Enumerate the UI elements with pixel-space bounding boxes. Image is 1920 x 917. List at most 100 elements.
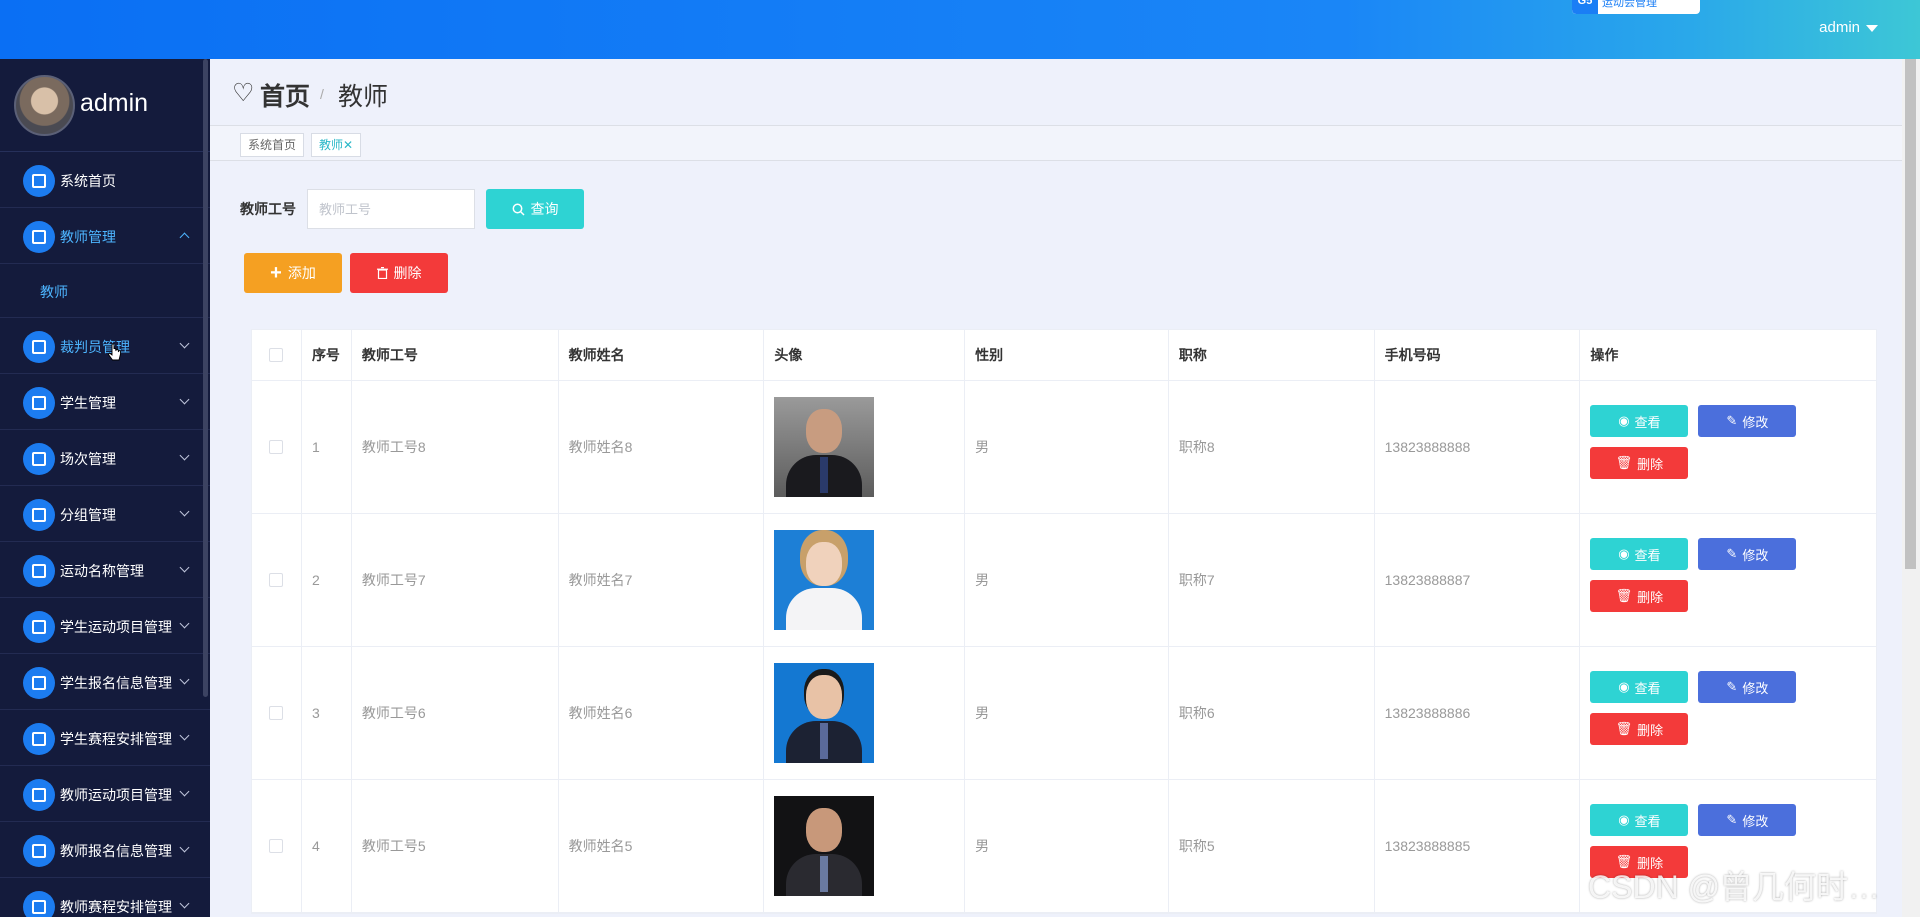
scrollbar-thumb[interactable] [1905, 59, 1916, 569]
batch-delete-button[interactable]: 删除 [350, 253, 448, 293]
eye-icon: ◉ [1618, 812, 1630, 827]
badge-logo-icon: G5 [1572, 0, 1598, 14]
batch-delete-label: 删除 [393, 265, 422, 281]
teacher-gender: 男 [965, 780, 1169, 912]
view-button[interactable]: ◉ 查看 [1590, 804, 1689, 836]
sidebar-item-teacher-sport-events[interactable]: 教师运动项目管理 [0, 766, 210, 822]
sidebar-item-student-management[interactable]: 学生管理 [0, 374, 210, 430]
avatar-cell [764, 514, 966, 646]
top-badge[interactable]: G5 运动会管理 [1572, 0, 1700, 14]
view-label: 查看 [1634, 813, 1661, 829]
teacher-title: 职称5 [1169, 780, 1375, 912]
breadcrumb-home[interactable]: 首页 [260, 77, 310, 113]
search-button[interactable]: 查询 [486, 189, 584, 229]
row-checkbox[interactable] [269, 706, 284, 720]
sidebar-item-session-management[interactable]: 场次管理 [0, 430, 210, 486]
sidebar-item-label: 系统首页 [60, 173, 116, 189]
sidebar-item-group-management[interactable]: 分组管理 [0, 486, 210, 542]
chevron-down-icon [179, 674, 190, 685]
teacher-name: 教师姓名5 [559, 780, 765, 912]
column-header: 操作 [1590, 347, 1619, 363]
tab-label: 教师 [319, 138, 344, 152]
teacher-phone: 13823888888 [1375, 381, 1581, 513]
page-scrollbar[interactable] [1902, 59, 1920, 917]
view-button[interactable]: ◉ 查看 [1590, 671, 1689, 703]
sidebar-item-student-registration[interactable]: 学生报名信息管理 [0, 654, 210, 710]
column-header: 头像 [764, 330, 966, 380]
delete-button[interactable]: 🗑 删除 [1590, 713, 1689, 745]
sidebar-scrollbar[interactable] [203, 59, 208, 697]
teacher-phone: 13823888886 [1375, 647, 1581, 779]
teacher-photo[interactable] [774, 530, 875, 630]
view-label: 查看 [1634, 680, 1661, 696]
search-button-label: 查询 [530, 201, 559, 217]
view-button[interactable]: ◉ 查看 [1590, 538, 1689, 570]
search-input[interactable] [307, 189, 475, 229]
row-checkbox[interactable] [269, 573, 284, 587]
row-checkbox[interactable] [269, 440, 284, 454]
profile-name: admin [80, 89, 149, 117]
delete-button[interactable]: 🗑 删除 [1590, 447, 1689, 479]
teacher-name: 教师姓名7 [559, 514, 765, 646]
edit-label: 修改 [1742, 680, 1769, 696]
sidebar-item-sport-name-management[interactable]: 运动名称管理 [0, 542, 210, 598]
sidebar-item-referee-management[interactable]: 裁判员管理 [0, 318, 210, 374]
row-select-cell [252, 381, 302, 513]
sidebar-item-teacher-schedule[interactable]: 教师赛程安排管理 [0, 878, 210, 917]
sidebar-item-student-schedule[interactable]: 学生赛程安排管理 [0, 710, 210, 766]
column-header: 职称 [1169, 330, 1375, 380]
column-header: 序号 [302, 330, 352, 380]
teacher-photo[interactable] [774, 397, 875, 497]
edit-label: 修改 [1742, 547, 1769, 563]
view-button[interactable]: ◉ 查看 [1590, 405, 1689, 437]
chevron-up-icon [179, 232, 190, 243]
row-checkbox[interactable] [269, 839, 284, 853]
tab-home[interactable]: 系统首页 [240, 133, 305, 157]
book-icon [23, 835, 55, 867]
badge-text: 运动会管理 [1602, 0, 1657, 9]
chevron-down-icon [179, 450, 190, 461]
user-name: admin [1819, 19, 1860, 36]
chevron-down-icon [179, 618, 190, 629]
row-actions: ◉ 查看 ✎ 修改 🗑 删除 [1580, 514, 1876, 646]
teacher-name: 教师姓名6 [559, 647, 765, 779]
row-select-cell [252, 514, 302, 646]
chevron-down-icon [179, 730, 190, 741]
sidebar-item-label: 运动名称管理 [60, 563, 144, 579]
edit-button[interactable]: ✎ 修改 [1698, 405, 1797, 437]
avatar [14, 75, 75, 136]
sidebar-subitem-teacher[interactable]: 教师 [0, 264, 210, 318]
tags-bar: 系统首页 教师✕ [210, 125, 1902, 161]
ticket-icon [23, 891, 55, 917]
sidebar-subitem-label: 教师 [40, 284, 68, 300]
row-actions: ◉ 查看 ✎ 修改 🗑 删除 [1580, 647, 1876, 779]
sidebar-item-student-sport-events[interactable]: 学生运动项目管理 [0, 598, 210, 654]
row-actions: ◉ 查看 ✎ 修改 🗑 删除 [1580, 381, 1876, 513]
column-header: 教师工号 [352, 330, 559, 380]
sidebar-item-teacher-management[interactable]: 教师管理 [0, 208, 210, 264]
teacher-photo[interactable] [774, 663, 875, 763]
tab-teacher[interactable]: 教师✕ [311, 133, 362, 157]
edit-button[interactable]: ✎ 修改 [1698, 671, 1797, 703]
sidebar-item-teacher-registration[interactable]: 教师报名信息管理 [0, 822, 210, 878]
teacher-id: 教师工号5 [352, 780, 559, 912]
briefcase-icon [23, 221, 55, 253]
sidebar-item-label: 教师报名信息管理 [60, 843, 172, 859]
edit-label: 修改 [1742, 813, 1769, 829]
row-index: 4 [302, 780, 352, 912]
sidebar-item-home[interactable]: 系统首页 [0, 152, 210, 208]
sidebar-item-label: 学生报名信息管理 [60, 675, 172, 691]
edit-button[interactable]: ✎ 修改 [1698, 538, 1797, 570]
teacher-photo[interactable] [774, 796, 875, 896]
row-index: 3 [302, 647, 352, 779]
row-index: 2 [302, 514, 352, 646]
edit-button[interactable]: ✎ 修改 [1698, 804, 1797, 836]
close-icon[interactable]: ✕ [343, 138, 353, 152]
watermark: CSDN @曾几何时… [1588, 869, 1881, 905]
select-all-checkbox[interactable] [269, 348, 284, 362]
delete-button[interactable]: 🗑 删除 [1590, 580, 1689, 612]
add-button[interactable]: + 添加 [244, 253, 342, 293]
user-menu[interactable]: admin [1819, 19, 1878, 36]
pencil-icon: ✎ [1726, 812, 1738, 827]
teacher-title: 职称6 [1169, 647, 1375, 779]
